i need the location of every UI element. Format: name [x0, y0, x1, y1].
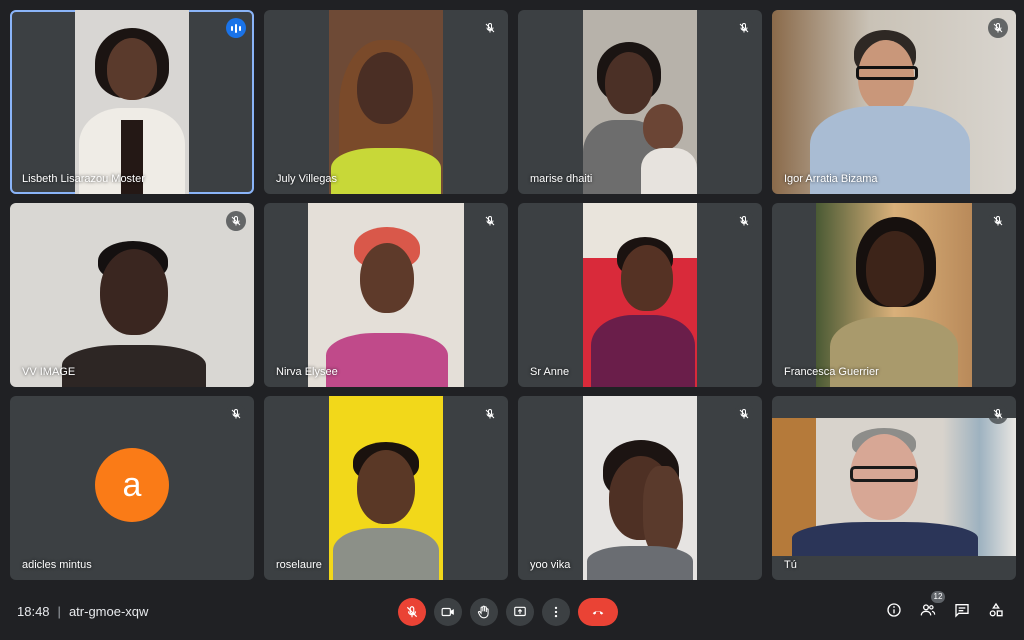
- participant-video: [308, 203, 464, 387]
- mic-off-icon: [226, 211, 246, 231]
- info-icon: [887, 603, 901, 617]
- speaking-indicator-icon: [226, 18, 246, 38]
- activities-button[interactable]: [986, 600, 1006, 620]
- present-icon: [514, 606, 526, 617]
- participant-name: adicles mintus: [22, 559, 92, 571]
- mic-off-icon: [226, 404, 246, 424]
- participant-name: Sr Anne: [530, 366, 570, 378]
- participant-tile[interactable]: VV IMAGE: [10, 203, 254, 387]
- toggle-camera-button[interactable]: [434, 598, 462, 626]
- participant-tile[interactable]: July Villegas: [264, 10, 508, 194]
- participant-tile[interactable]: Nirva Elysee: [264, 203, 508, 387]
- participant-name: marise dhaiti: [530, 173, 593, 185]
- shapes-icon: [989, 602, 1003, 617]
- present-screen-button[interactable]: [506, 598, 534, 626]
- side-panel-tools: 12: [884, 591, 1006, 620]
- meeting-info: 18:48 | atr-gmoe-xqw: [17, 604, 148, 619]
- participant-video: [772, 418, 1016, 556]
- chat-button[interactable]: [952, 600, 972, 620]
- participant-name: VV IMAGE: [22, 366, 76, 378]
- participant-video: [583, 203, 697, 387]
- meeting-toolbar: 18:48 | atr-gmoe-xqw 12: [0, 591, 1024, 632]
- participant-video: [772, 10, 1016, 194]
- more-vert-icon: [554, 606, 558, 618]
- participant-video: [583, 396, 697, 580]
- people-button[interactable]: 12: [918, 591, 945, 620]
- participant-tile[interactable]: yoo vika: [518, 396, 762, 580]
- participant-video: [816, 203, 972, 387]
- toggle-mic-button[interactable]: [398, 598, 426, 626]
- leave-call-button[interactable]: [578, 598, 618, 626]
- participant-video: [583, 10, 697, 194]
- meeting-time: 18:48: [17, 604, 50, 619]
- mic-off-icon: [734, 211, 754, 231]
- participant-tile[interactable]: Sr Anne: [518, 203, 762, 387]
- people-count-badge: 12: [931, 591, 945, 603]
- participant-tile[interactable]: Igor Arratia Bizama: [772, 10, 1016, 194]
- participant-tile[interactable]: marise dhaiti: [518, 10, 762, 194]
- chat-icon: [955, 604, 969, 618]
- call-controls: [398, 598, 618, 626]
- participant-name: yoo vika: [530, 559, 571, 571]
- participant-video: [329, 10, 443, 194]
- mic-off-icon: [480, 404, 500, 424]
- hang-up-icon: [592, 610, 604, 615]
- participant-name: Francesca Guerrier: [784, 366, 879, 378]
- participant-tile[interactable]: a adicles mintus: [10, 396, 254, 580]
- participant-grid: Lisbeth Lisarazou Moster July Villegas m…: [10, 10, 1016, 584]
- mic-off-icon: [988, 404, 1008, 424]
- hand-icon: [477, 605, 489, 619]
- mic-off-icon: [988, 211, 1008, 231]
- participant-video: [329, 396, 443, 580]
- participant-video: [75, 10, 189, 194]
- more-options-button[interactable]: [542, 598, 570, 626]
- meeting-details-button[interactable]: [884, 600, 904, 620]
- raise-hand-button[interactable]: [470, 598, 498, 626]
- people-icon: [920, 604, 936, 616]
- meeting-code: atr-gmoe-xqw: [68, 604, 149, 619]
- participant-name: Tú: [784, 559, 797, 571]
- participant-name: roselaure: [276, 559, 322, 571]
- camera-icon: [441, 607, 454, 617]
- participant-name: July Villegas: [276, 173, 337, 185]
- participant-tile-self[interactable]: Tú: [772, 396, 1016, 580]
- mic-off-icon: [480, 211, 500, 231]
- mic-off-icon: [480, 18, 500, 38]
- mic-off-icon: [406, 606, 418, 618]
- participant-video: [10, 203, 254, 387]
- participant-tile[interactable]: roselaure: [264, 396, 508, 580]
- participant-name: Lisbeth Lisarazou Moster: [22, 173, 145, 185]
- participant-tile[interactable]: Lisbeth Lisarazou Moster: [10, 10, 254, 194]
- avatar: a: [95, 448, 169, 522]
- divider: |: [57, 604, 61, 619]
- participant-name: Igor Arratia Bizama: [784, 173, 878, 185]
- participant-name: Nirva Elysee: [276, 366, 338, 378]
- mic-off-icon: [734, 18, 754, 38]
- mic-off-icon: [734, 404, 754, 424]
- participant-tile[interactable]: Francesca Guerrier: [772, 203, 1016, 387]
- mic-off-icon: [988, 18, 1008, 38]
